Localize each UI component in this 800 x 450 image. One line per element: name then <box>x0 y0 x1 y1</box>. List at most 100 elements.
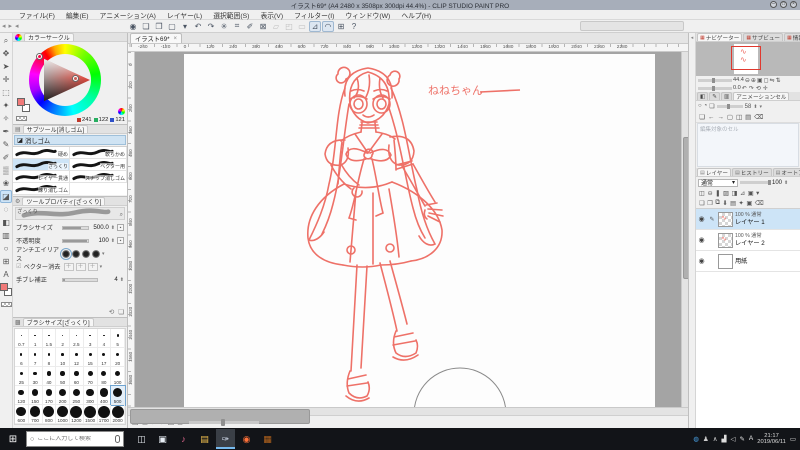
animation-icon[interactable]: ◫ <box>736 113 742 121</box>
layer-command-icon[interactable]: ◨ <box>731 190 737 197</box>
sub-tool-item[interactable]: スナップ消しゴム <box>70 171 127 183</box>
command-icon[interactable]: ▭ <box>296 21 308 32</box>
brush-size-cell[interactable]: 0.7 <box>15 329 29 348</box>
navigator-rotate-value[interactable]: 0.0 <box>733 85 741 91</box>
command-icon[interactable]: ◠ <box>322 20 334 32</box>
command-icon[interactable]: ◉ <box>127 21 139 32</box>
navigator-tab[interactable]: ▦ サブビュー <box>743 33 784 41</box>
brush-size-cell[interactable]: 15 <box>83 348 98 367</box>
animation-dropdown[interactable]: ▾ <box>760 104 763 110</box>
layer-thumbnail[interactable]: ∿ <box>718 211 733 227</box>
tool-property-tab[interactable]: ツールプロパティ[ざっくり] <box>22 197 106 206</box>
command-icon[interactable]: ✐ <box>244 21 256 32</box>
animation-toolbar-icon[interactable]: ○ <box>698 103 702 110</box>
foreground-color-swatch[interactable] <box>0 283 8 291</box>
brush-size-cell[interactable]: 500 <box>110 385 126 406</box>
icon-tab[interactable]: ◧ <box>697 92 709 100</box>
tool-icon[interactable]: ➤ <box>0 60 12 73</box>
magnifier-icon[interactable]: ⌕ <box>120 212 123 219</box>
layer-opacity-value[interactable]: 100 <box>772 180 782 186</box>
navigator-zoom-slider[interactable] <box>698 77 732 83</box>
layer-command-icon[interactable]: ◫ <box>699 190 705 197</box>
dock-collapse-icon[interactable]: ◂ <box>15 22 19 30</box>
taskbar-app-icon[interactable]: ✑ <box>216 429 235 449</box>
navigator-view-frame[interactable] <box>731 46 761 70</box>
brush-size-cell[interactable]: 2 <box>56 329 70 348</box>
icon-tab[interactable]: ▥ <box>720 92 733 100</box>
tool-icon[interactable]: ◪ <box>0 190 12 203</box>
maximize-button[interactable]: □ <box>780 1 787 8</box>
layer-command-icon[interactable]: ▨ <box>723 190 729 197</box>
brush-size-cell[interactable]: 20 <box>111 348 125 367</box>
menu-item[interactable]: レイヤー(L) <box>162 10 207 20</box>
document-tab-close-icon[interactable]: × <box>174 36 178 42</box>
transparent-chip[interactable] <box>16 116 27 121</box>
tool-icon[interactable]: ▒ <box>0 164 12 177</box>
tool-icon[interactable]: ✧ <box>0 112 12 125</box>
tool-icon[interactable]: ◧ <box>0 216 12 229</box>
tool-icon[interactable]: ⬚ <box>0 86 12 99</box>
color-set-icon[interactable] <box>118 108 125 115</box>
layer-name[interactable]: レイヤー 1 <box>735 219 765 226</box>
layer-command-icon[interactable]: ▾ <box>756 190 759 197</box>
taskbar-app-icon[interactable]: ◉ <box>237 429 256 449</box>
tool-icon[interactable]: ✒ <box>0 125 12 138</box>
tray-icon[interactable]: ▟ <box>721 435 726 443</box>
brush-size-value[interactable]: 500.0 <box>91 224 108 231</box>
tool-icon[interactable]: ⌕ <box>0 34 12 47</box>
minimize-button[interactable]: – <box>770 1 777 8</box>
layer-command-icon[interactable]: ▣ <box>748 190 754 197</box>
command-icon[interactable]: ⊞ <box>335 21 347 32</box>
tool-icon[interactable]: A <box>0 268 12 281</box>
navigator-zoom-value[interactable]: 44.4 <box>733 77 744 83</box>
command-icon[interactable]: ↶ <box>192 21 204 32</box>
command-icon[interactable]: ⊿ <box>309 20 321 32</box>
action-center-icon[interactable]: ▭ <box>790 435 796 443</box>
icon-tab[interactable]: ✎ <box>709 92 720 100</box>
sub-tool-item[interactable]: ベクター用 <box>70 159 127 171</box>
vector-erase-checkbox[interactable]: ☑ <box>16 263 22 270</box>
brush-size-cell[interactable]: 600 <box>15 405 29 424</box>
opacity-option-button[interactable]: ▪ <box>117 237 124 244</box>
brush-size-cell[interactable]: 3 <box>83 329 98 348</box>
navigator-icon[interactable]: ⇅ <box>776 77 781 84</box>
layer-command-icon[interactable]: ❐ <box>707 200 713 207</box>
tool-icon[interactable]: ⊞ <box>0 255 12 268</box>
microphone-icon[interactable] <box>115 435 120 443</box>
navigator-icon[interactable]: ✛ <box>763 85 768 92</box>
command-icon[interactable]: ◰ <box>283 21 295 32</box>
tool-icon[interactable]: ✐ <box>0 151 12 164</box>
hue-marker[interactable] <box>37 54 42 59</box>
close-button[interactable]: × <box>790 1 797 8</box>
layer-tab[interactable]: ▤オートアクション <box>772 168 800 176</box>
brush-size-cell[interactable]: 800 <box>42 405 57 424</box>
navigator-icon[interactable]: ⊖ <box>745 77 750 84</box>
tool-icon[interactable]: ○ <box>0 242 12 255</box>
brush-size-cell[interactable]: 60 <box>70 367 84 386</box>
brush-size-cell[interactable]: 150 <box>28 386 43 405</box>
search-input[interactable] <box>37 436 108 442</box>
brush-size-option-button[interactable]: ▪ <box>117 224 124 231</box>
taskbar-app-icon[interactable]: ▣ <box>153 429 172 449</box>
tool-icon[interactable]: ▥ <box>0 229 12 242</box>
navigator-tab[interactable]: ▦情報 <box>784 33 800 41</box>
vector-erase-option-2[interactable]: ＋ <box>75 262 86 271</box>
layer-name[interactable]: レイヤー 2 <box>735 240 765 247</box>
vector-erase-dropdown[interactable]: ▾ <box>100 264 103 270</box>
brush-size-cell[interactable]: 10 <box>56 348 70 367</box>
command-icon[interactable]: ▱ <box>270 21 282 32</box>
layer-tab[interactable]: ▤ レイヤー <box>697 168 731 176</box>
vector-erase-option-1[interactable]: ＋ <box>63 262 74 271</box>
layer-command-icon[interactable]: ⊿ <box>740 190 745 197</box>
navigator-thumbnail[interactable]: ∿ ∿ <box>696 42 800 76</box>
brush-size-cell[interactable]: 8 <box>42 348 57 367</box>
animation-icon[interactable]: ▢ <box>727 113 733 121</box>
animation-icon[interactable]: → <box>717 114 724 121</box>
brush-size-cell[interactable]: 7 <box>28 348 43 367</box>
layer-opacity-slider[interactable] <box>740 180 771 185</box>
sub-tool-item[interactable]: レイヤー貫通 <box>13 171 70 183</box>
command-icon[interactable]: ✳ <box>218 21 230 32</box>
menu-item[interactable]: 表示(V) <box>255 10 288 20</box>
layer-command-icon[interactable]: ⊖ <box>707 190 712 197</box>
canvas-drawing[interactable]: ねねちゃん <box>128 52 681 407</box>
